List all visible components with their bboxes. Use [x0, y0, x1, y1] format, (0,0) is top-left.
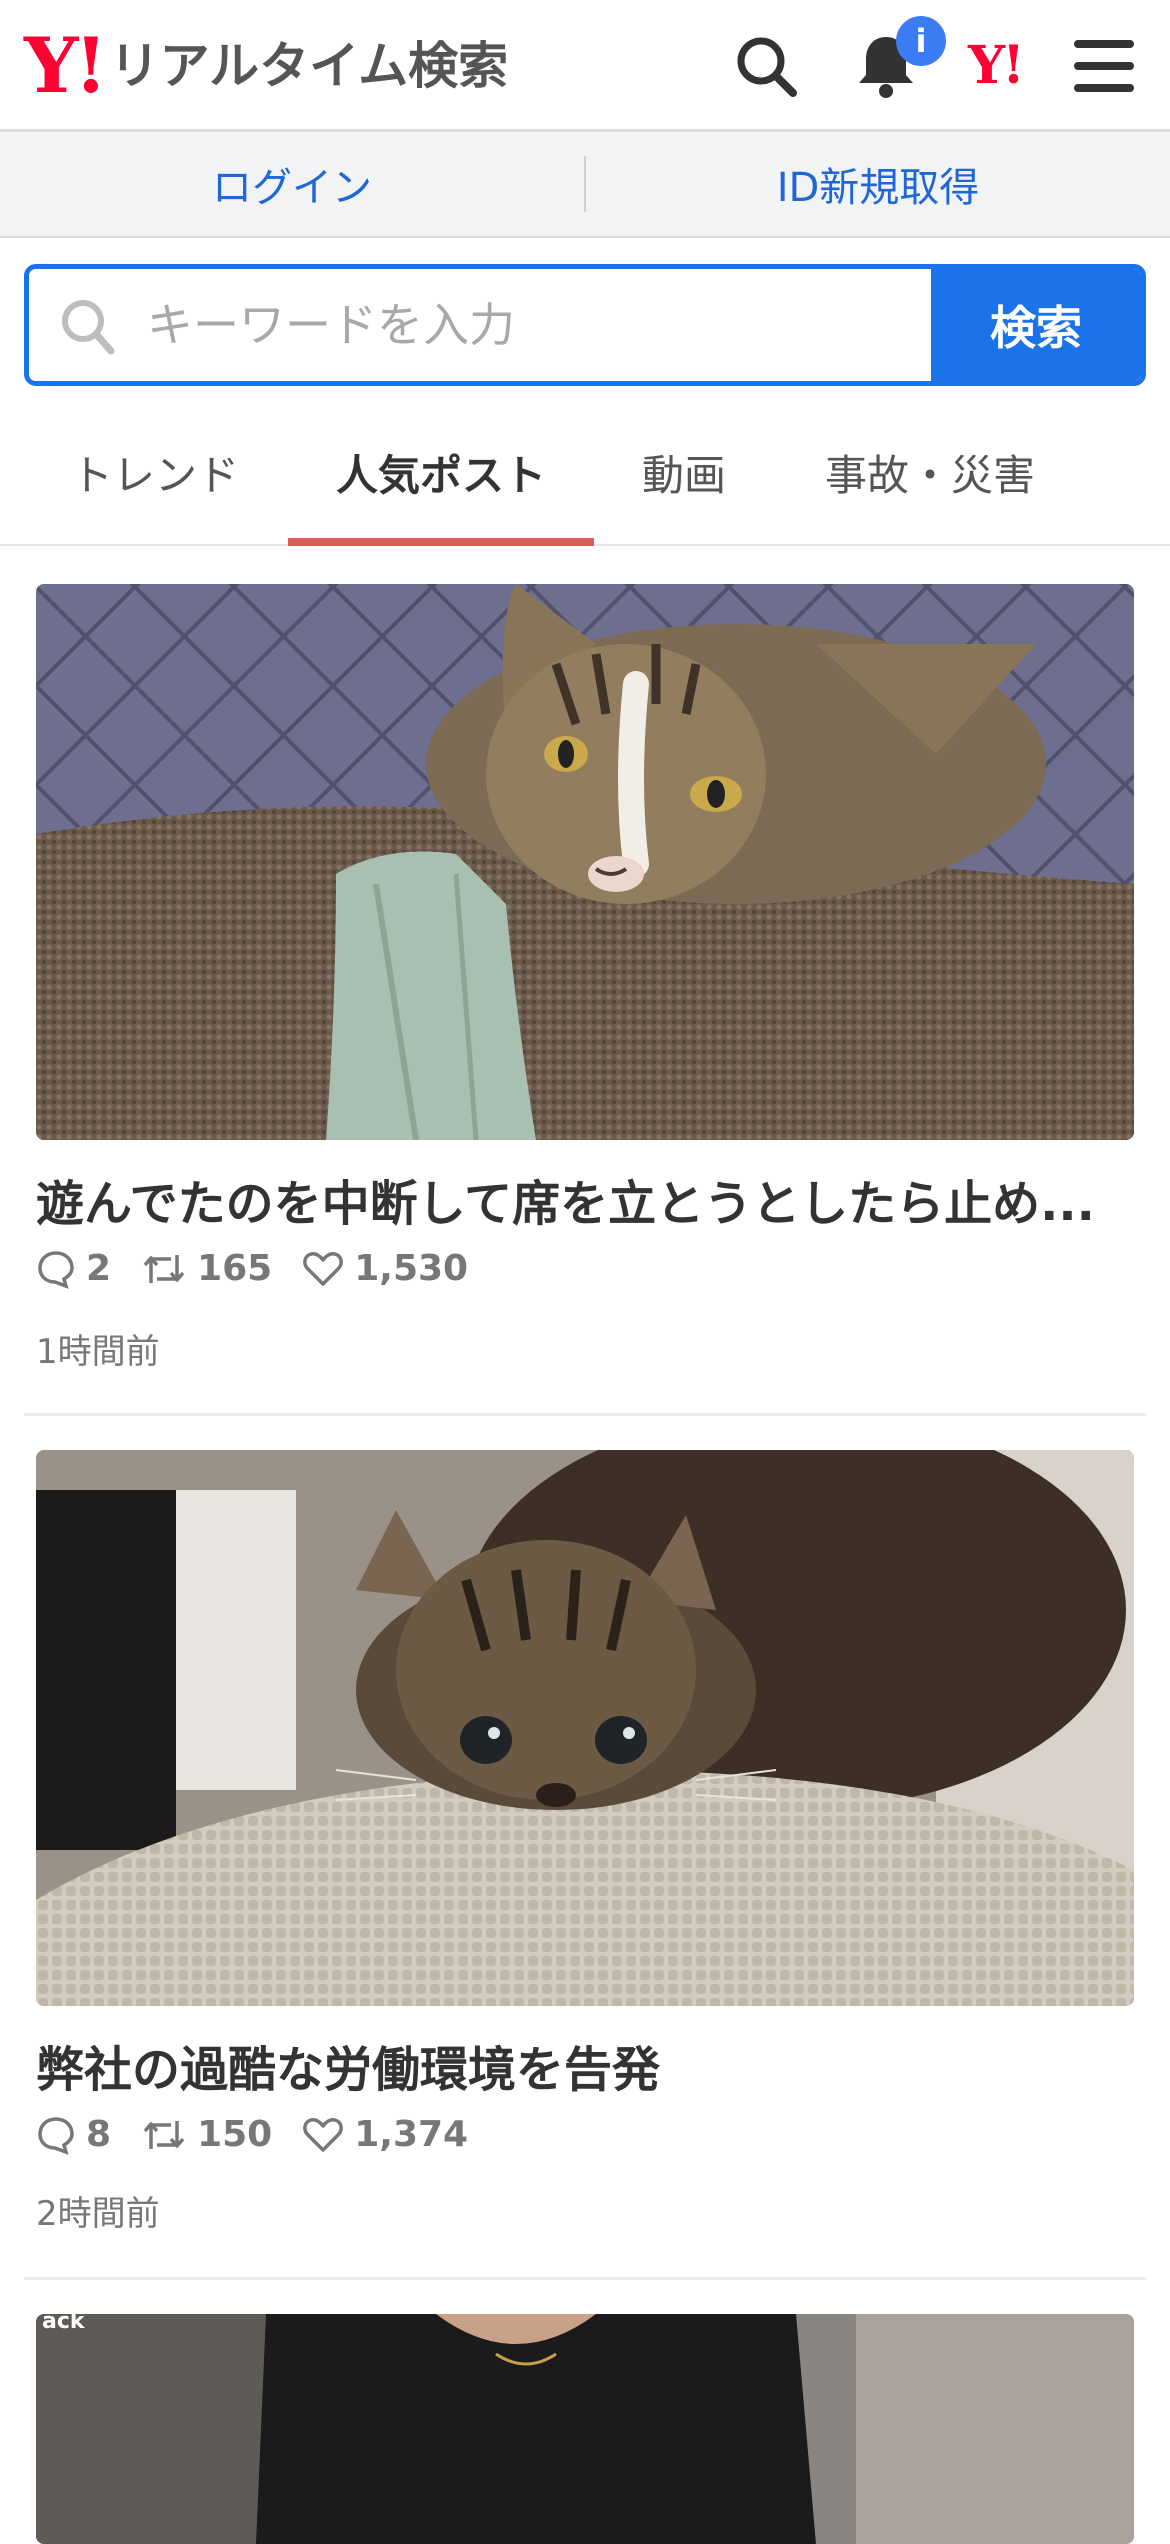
tab-accident-disaster[interactable]: 事故・災害	[800, 400, 1060, 544]
yahoo-home-icon[interactable]: Y!	[968, 40, 1025, 92]
image-caption: ack	[42, 2314, 86, 2334]
reply-icon	[38, 2116, 74, 2155]
category-tabs: トレンド 人気ポスト 動画 事故・災害	[0, 400, 1170, 546]
like-count[interactable]: 1,530	[302, 1248, 468, 1289]
search-field-wrapper	[29, 269, 931, 381]
repost-count[interactable]: 165	[141, 1248, 272, 1289]
repost-icon	[143, 1254, 185, 1283]
heart-icon	[303, 1251, 344, 1286]
notification-badge: i	[896, 16, 946, 66]
repost-count[interactable]: 150	[141, 2114, 272, 2155]
post-timestamp: 1時間前	[36, 1332, 160, 1372]
repost-count-value: 165	[197, 1248, 273, 1289]
reply-count-value: 2	[86, 1248, 112, 1289]
register-link[interactable]: ID新規取得	[586, 155, 1170, 213]
post-image[interactable]	[36, 584, 1134, 1140]
reply-icon	[38, 1250, 74, 1289]
search-input[interactable]	[29, 269, 931, 381]
post-image[interactable]: ack	[36, 2314, 1134, 2544]
search-bar: 検索	[24, 264, 1146, 386]
post-stats: 2 165 1,530	[36, 1248, 498, 1289]
reply-count-value: 8	[86, 2114, 112, 2155]
tab-popular-posts[interactable]: 人気ポスト	[288, 400, 594, 546]
site-logo[interactable]: Y! リアルタイム検索	[24, 28, 508, 104]
post-image[interactable]	[36, 1450, 1134, 2006]
post-title[interactable]: 遊んでたのを中断して席を立とうとしたら止め...	[36, 1164, 1134, 1234]
account-bar: ログイン ID新規取得	[0, 132, 1170, 238]
yahoo-logo-mark: Y!	[24, 21, 108, 110]
reply-count[interactable]: 8	[36, 2114, 111, 2155]
login-link[interactable]: ログイン	[0, 155, 584, 213]
heart-icon	[303, 2117, 344, 2152]
post-card[interactable]: ack	[24, 2314, 1146, 2544]
post-card[interactable]: 遊んでたのを中断して席を立とうとしたら止め... 2 165 1,530 1時間…	[24, 584, 1146, 1416]
post-stats: 8 150 1,374	[36, 2114, 498, 2155]
like-count-value: 1,374	[354, 2114, 469, 2155]
reply-count[interactable]: 2	[36, 1248, 111, 1289]
post-timestamp: 2時間前	[36, 2194, 160, 2234]
tab-trend[interactable]: トレンド	[52, 400, 258, 544]
like-count-value: 1,530	[354, 1248, 469, 1289]
search-icon	[62, 300, 115, 355]
logo-text: リアルタイム検索	[109, 37, 509, 95]
repost-icon	[143, 2120, 185, 2149]
search-icon[interactable]	[726, 26, 806, 106]
post-title[interactable]: 弊社の過酷な労働環境を告発	[36, 2030, 1134, 2100]
tab-video[interactable]: 動画	[614, 400, 754, 544]
like-count[interactable]: 1,374	[302, 2114, 468, 2155]
app-header: Y! リアルタイム検索 i Y!	[0, 0, 1170, 132]
post-card[interactable]: 弊社の過酷な労働環境を告発 8 150 1,374 2時間前	[24, 1450, 1146, 2280]
search-button[interactable]: 検索	[931, 269, 1141, 381]
repost-count-value: 150	[197, 2114, 273, 2155]
menu-icon[interactable]	[1064, 26, 1144, 106]
